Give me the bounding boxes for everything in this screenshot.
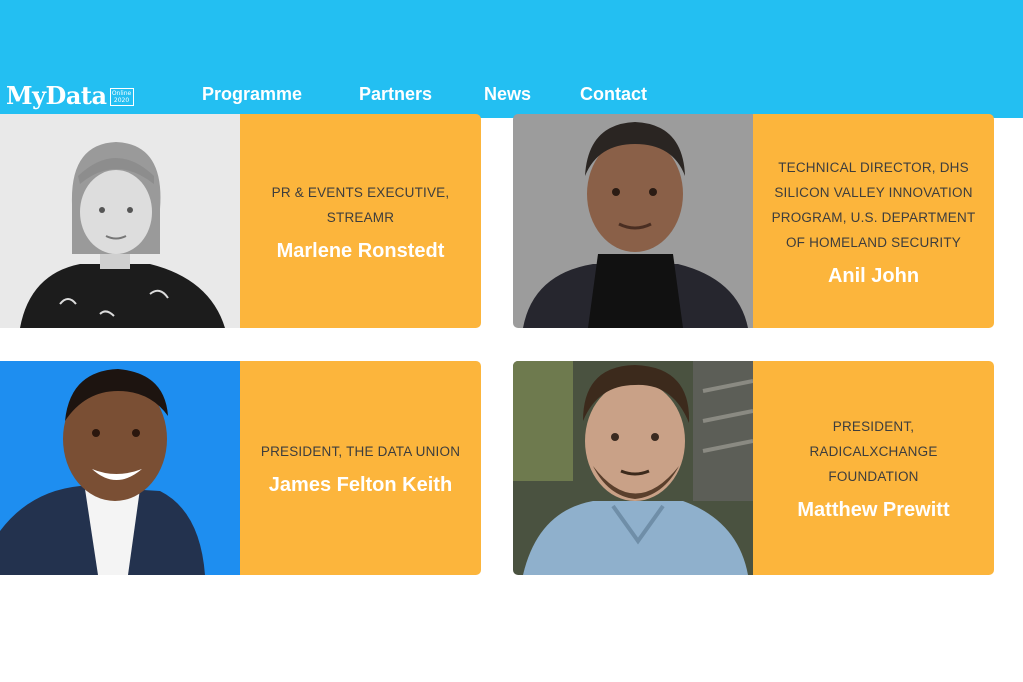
logo-badge-bottom: 2020	[113, 97, 130, 104]
speaker-name: Matthew Prewitt	[797, 499, 950, 521]
speaker-role: PRESIDENT, THE DATA UNION	[260, 444, 461, 459]
speaker-role: TECHNICAL DIRECTOR, DHS SILICON VALLEY I…	[771, 159, 976, 250]
speaker-photo	[0, 361, 240, 575]
speaker-photo	[513, 114, 753, 328]
speaker-info: PR & EVENTS EXECUTIVE, STREAMR Marlene R…	[240, 114, 481, 328]
speaker-name: Anil John	[827, 264, 920, 287]
speaker-card[interactable]: TECHNICAL DIRECTOR, DHS SILICON VALLEY I…	[513, 114, 994, 328]
logo-badge-top: Online	[111, 90, 132, 97]
speaker-info: PRESIDENT, THE DATA UNION James Felton K…	[240, 361, 481, 575]
speaker-name: James Felton Keith	[268, 474, 453, 496]
speaker-info: TECHNICAL DIRECTOR, DHS SILICON VALLEY I…	[753, 114, 994, 328]
nav-contact[interactable]: Contact	[580, 84, 647, 105]
speaker-photo	[0, 114, 240, 328]
speaker-card[interactable]: PRESIDENT, RADICALXCHANGE FOUNDATION Mat…	[513, 361, 994, 575]
speaker-card[interactable]: PRESIDENT, THE DATA UNION James Felton K…	[0, 361, 481, 575]
site-header: MyData Online 2020 Programme Partners Ne…	[0, 0, 1023, 118]
nav-programme[interactable]: Programme	[202, 84, 302, 105]
speaker-photo	[513, 361, 753, 575]
site-logo[interactable]: MyData Online 2020	[6, 80, 134, 110]
speaker-role: PRESIDENT, RADICALXCHANGE FOUNDATION	[809, 419, 938, 484]
speaker-name: Marlene Ronstedt	[276, 239, 445, 262]
speaker-role: PR & EVENTS EXECUTIVE, STREAMR	[271, 184, 450, 225]
nav-news[interactable]: News	[484, 84, 531, 105]
nav-partners[interactable]: Partners	[359, 84, 432, 105]
speaker-info: PRESIDENT, RADICALXCHANGE FOUNDATION Mat…	[753, 361, 994, 575]
logo-text: MyData	[6, 80, 107, 110]
speaker-card[interactable]: PR & EVENTS EXECUTIVE, STREAMR Marlene R…	[0, 114, 481, 328]
logo-badge: Online 2020	[109, 88, 134, 106]
